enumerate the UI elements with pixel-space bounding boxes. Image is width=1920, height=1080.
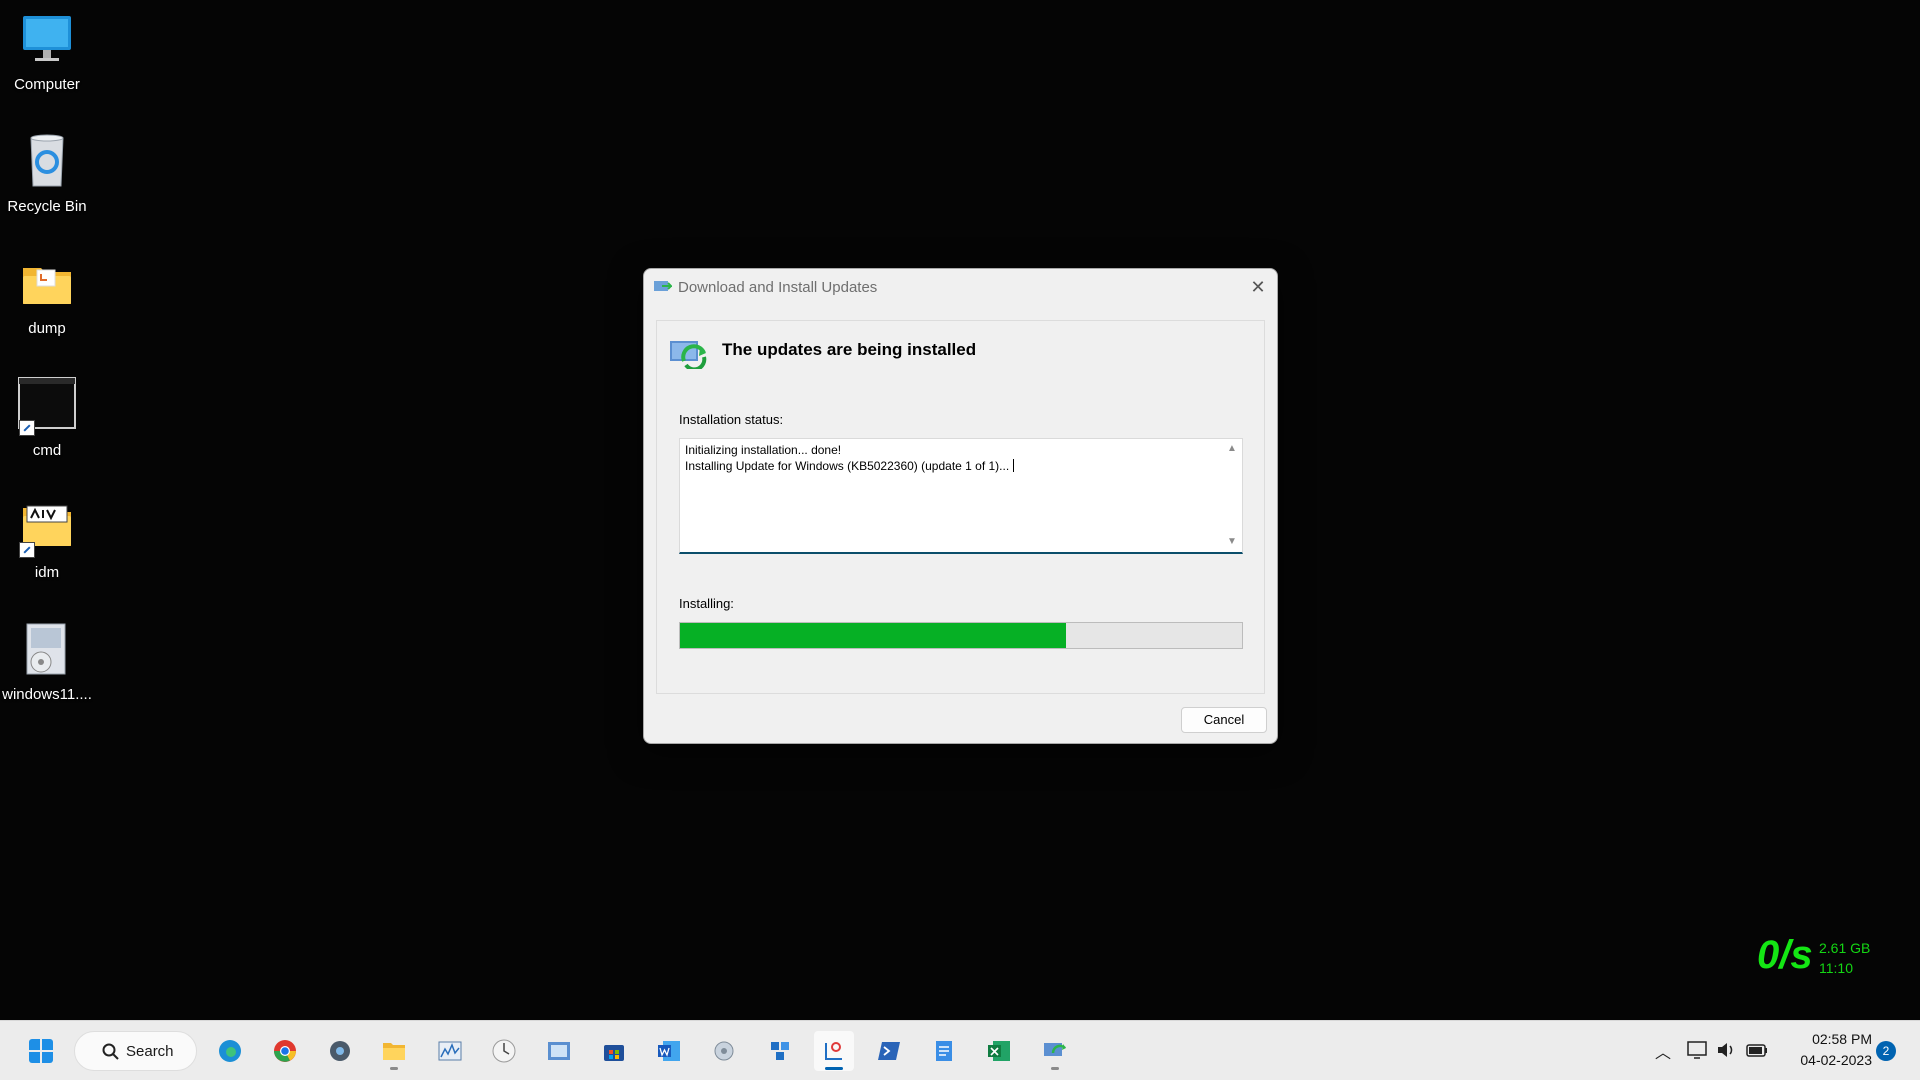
search-icon <box>102 1043 119 1060</box>
taskbar-app-chrome[interactable] <box>265 1031 305 1071</box>
dialog-titlebar[interactable]: Download and Install Updates ✕ <box>644 269 1277 305</box>
snipping-tool-icon <box>825 1042 842 1060</box>
text-caret <box>1013 459 1015 472</box>
taskbar-app-control-panel[interactable] <box>539 1031 579 1071</box>
log-line-current: Installing Update for Windows (KB5022360… <box>685 459 1015 473</box>
taskbar-app-powershell[interactable] <box>869 1031 909 1071</box>
taskbar-app-excel[interactable] <box>979 1031 1019 1071</box>
dev-tools-icon <box>771 1042 789 1060</box>
taskbar-app-snipping-tool[interactable] <box>814 1031 854 1071</box>
running-indicator <box>1051 1067 1059 1070</box>
taskbar-app-dev-tools[interactable] <box>760 1031 800 1071</box>
control-panel-icon <box>548 1042 570 1060</box>
network-info: 2.61 GB 11:10 <box>1819 938 1870 978</box>
recycle-bin-icon <box>17 132 77 192</box>
folder-icon <box>17 498 77 558</box>
show-hidden-icons-chevron-icon[interactable]: ︿ <box>1652 1039 1674 1062</box>
desktop-icon-dump[interactable]: dump <box>0 254 94 337</box>
cancel-button[interactable]: Cancel <box>1181 707 1267 733</box>
shortcut-arrow-icon <box>19 542 35 558</box>
desktop-icon-recycle-bin[interactable]: Recycle Bin <box>0 132 94 215</box>
windows-logo-icon <box>29 1039 53 1063</box>
clock-icon <box>492 1039 516 1063</box>
word-icon <box>658 1041 680 1061</box>
notepad-icon <box>936 1041 952 1061</box>
active-indicator <box>825 1067 843 1070</box>
desktop-icon-idm[interactable]: idm <box>0 498 94 581</box>
scroll-down-arrow-icon[interactable]: ▼ <box>1226 536 1238 548</box>
start-button[interactable] <box>21 1031 61 1071</box>
desktop-icon-label: idm <box>34 564 60 581</box>
taskbar: Search ︿ 02:58 PM 04-02-2023 2 <box>0 1020 1920 1080</box>
taskbar-app-store[interactable] <box>594 1031 634 1071</box>
notification-badge[interactable]: 2 <box>1876 1041 1896 1061</box>
scroll-up-arrow-icon[interactable]: ▲ <box>1226 443 1238 455</box>
taskbar-app-settings[interactable] <box>320 1031 360 1071</box>
excel-icon <box>988 1041 1010 1061</box>
taskbar-app-system-config[interactable] <box>704 1031 744 1071</box>
system-config-icon <box>714 1041 734 1061</box>
installer-icon <box>17 620 77 680</box>
taskbar-app-word[interactable] <box>649 1031 689 1071</box>
chrome-icon <box>274 1040 296 1062</box>
installation-status-label: Installation status: <box>679 412 784 427</box>
taskbar-app-notepad[interactable] <box>924 1031 964 1071</box>
installing-label: Installing: <box>679 596 734 611</box>
search-label: Search <box>126 1043 174 1060</box>
powershell-icon <box>878 1042 900 1060</box>
update-dialog: Download and Install Updates ✕ The updat… <box>643 268 1278 744</box>
data-used: 2.61 GB <box>1819 940 1871 956</box>
windows-update-icon <box>1044 1043 1066 1056</box>
performance-monitor-icon <box>438 1041 462 1061</box>
network-speed: 0/s <box>1757 933 1813 977</box>
log-line: Initializing installation... done! <box>685 443 842 457</box>
clock-date[interactable]: 04-02-2023 <box>1780 1052 1872 1068</box>
desktop-icon-label: dump <box>28 320 66 337</box>
terminal-icon <box>17 376 77 436</box>
taskbar-app-edge[interactable] <box>210 1031 250 1071</box>
store-icon <box>604 1045 624 1061</box>
shortcut-arrow-icon <box>19 420 35 436</box>
volume-icon[interactable] <box>1715 1039 1739 1061</box>
desktop-icon-computer[interactable]: Computer <box>0 10 94 93</box>
desktop-icon-label: cmd <box>32 442 62 459</box>
dialog-content-panel: The updates are being installed Installa… <box>656 320 1265 694</box>
windows-update-icon <box>654 281 672 291</box>
close-button[interactable]: ✕ <box>1243 273 1273 301</box>
meter-time: 11:10 <box>1819 960 1853 976</box>
running-indicator <box>390 1067 398 1070</box>
install-progress-bar <box>679 622 1243 649</box>
clock-time[interactable]: 02:58 PM <box>1790 1031 1872 1047</box>
monitor-icon <box>17 10 77 70</box>
desktop-icon-label: windows11.... <box>2 686 92 703</box>
settings-icon <box>330 1041 350 1061</box>
desktop-icon-cmd[interactable]: cmd <box>0 376 94 459</box>
desktop: Computer Recycle Bin dump cmd idm window… <box>0 0 1920 1020</box>
taskbar-app-windows-update[interactable] <box>1035 1031 1075 1071</box>
battery-icon[interactable] <box>1745 1039 1769 1061</box>
installation-log[interactable]: Initializing installation... done! Insta… <box>679 438 1243 554</box>
desktop-icon-windows11[interactable]: windows11.... <box>0 620 94 703</box>
taskbar-app-performance-monitor[interactable] <box>430 1031 470 1071</box>
file-explorer-icon <box>383 1043 405 1060</box>
taskbar-search[interactable]: Search <box>74 1031 197 1071</box>
network-meter: 0/s 2.61 GB 11:10 <box>1757 934 1887 982</box>
edge-icon <box>219 1040 241 1062</box>
folder-icon <box>17 254 77 314</box>
progress-fill <box>680 623 1067 648</box>
windows-update-icon <box>670 341 707 369</box>
taskbar-app-clock[interactable] <box>484 1031 524 1071</box>
dialog-title: Download and Install Updates <box>678 279 878 296</box>
network-icon[interactable] <box>1686 1039 1710 1061</box>
dialog-heading: The updates are being installed <box>722 340 977 359</box>
desktop-icon-label: Computer <box>14 76 80 93</box>
taskbar-app-file-explorer[interactable] <box>374 1031 414 1071</box>
desktop-icon-label: Recycle Bin <box>7 198 87 215</box>
